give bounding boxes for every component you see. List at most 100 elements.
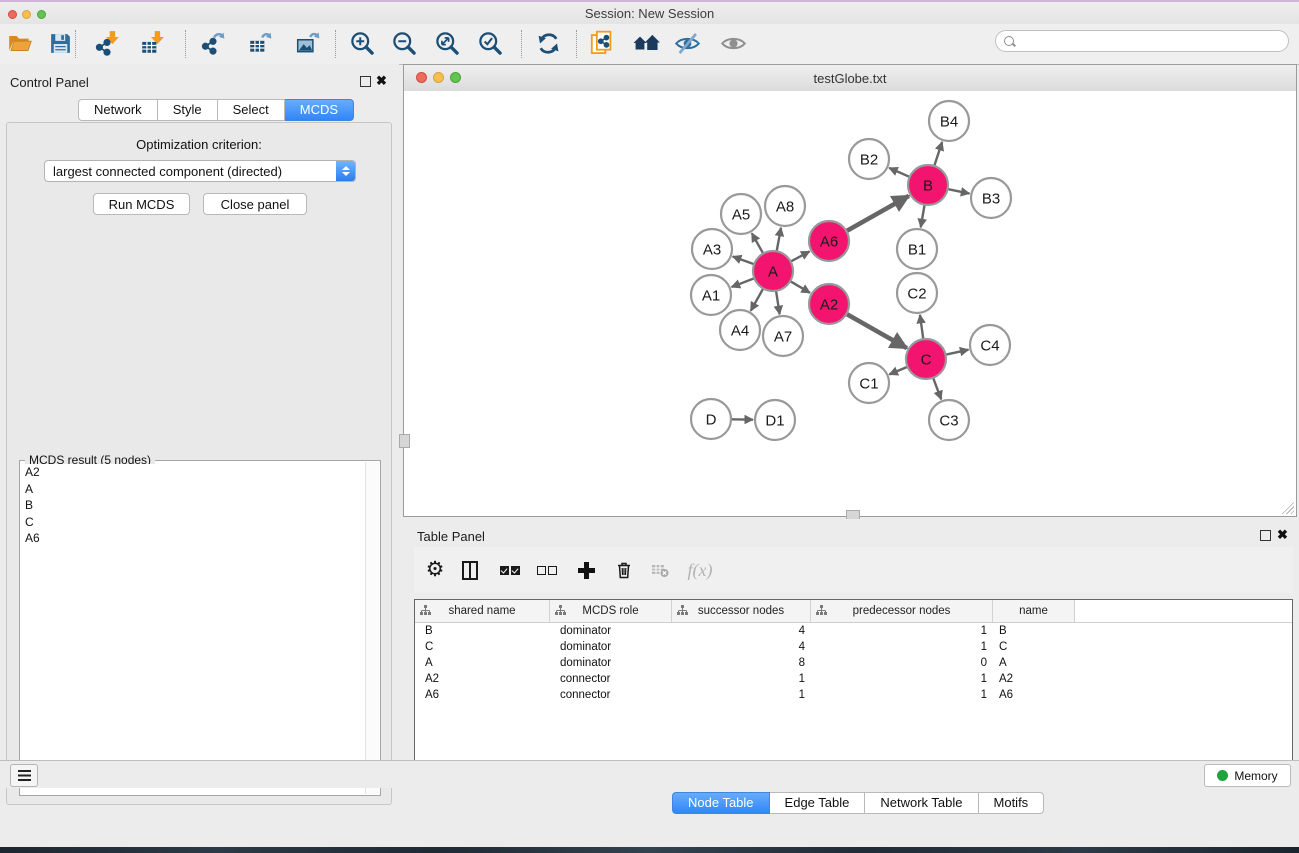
graph-edge-A-A3[interactable] — [733, 256, 754, 264]
graph-edge-A-A8[interactable] — [777, 228, 781, 252]
column-header-successor-nodes[interactable]: successor nodes — [672, 600, 811, 622]
table-cell-predecessor-nodes[interactable]: 1 — [811, 687, 993, 703]
export-network-icon[interactable] — [198, 28, 228, 58]
table-cell-predecessor-nodes[interactable]: 1 — [811, 639, 993, 655]
tab-network-table[interactable]: Network Table — [865, 792, 978, 814]
graph-edge-B-B3[interactable] — [948, 189, 970, 194]
tab-node-table[interactable]: Node Table — [672, 792, 770, 814]
graph-edge-C-C2[interactable] — [920, 315, 923, 339]
optimization-criterion-dropdown[interactable]: largest connected component (directed) — [44, 160, 356, 182]
refresh-icon[interactable] — [533, 28, 563, 58]
hide-panels-icon[interactable] — [672, 28, 702, 58]
graph-edge-A2-C[interactable] — [846, 314, 906, 348]
select-all-columns-icon[interactable] — [496, 556, 524, 584]
mcds-result-item[interactable]: A — [21, 481, 365, 498]
table-row[interactable]: Adominator80A — [415, 655, 1292, 671]
network-canvas[interactable]: B4B2BB3A5A8A6B1A3AA1C2A2A4A7CC4C1C3DD1 — [404, 91, 1296, 516]
float-panel-icon[interactable] — [360, 76, 371, 87]
mcds-result-item[interactable]: C — [21, 514, 365, 531]
tab-network[interactable]: Network — [78, 99, 158, 121]
table-cell-successor-nodes[interactable]: 4 — [672, 623, 811, 639]
graph-edge-A-A4[interactable] — [751, 288, 763, 310]
table-cell-predecessor-nodes[interactable]: 1 — [811, 623, 993, 639]
graph-edge-A6-B[interactable] — [846, 196, 908, 231]
save-session-icon[interactable] — [45, 28, 75, 58]
export-table-icon[interactable] — [245, 28, 275, 58]
table-cell-shared-name[interactable]: B — [415, 623, 550, 639]
graph-edge-B-B1[interactable] — [921, 205, 925, 228]
table-cell-name[interactable]: A — [993, 655, 1075, 671]
float-table-panel-icon[interactable] — [1260, 530, 1271, 541]
table-row[interactable]: A2connector11A2 — [415, 671, 1292, 687]
column-header-predecessor-nodes[interactable]: predecessor nodes — [811, 600, 993, 622]
delete-table-icon[interactable] — [646, 556, 674, 584]
search-field[interactable] — [995, 30, 1289, 52]
table-row[interactable]: A6connector11A6 — [415, 687, 1292, 703]
tab-style[interactable]: Style — [158, 99, 218, 121]
close-table-panel-icon[interactable]: ✖ — [1277, 529, 1288, 541]
zoom-in-icon[interactable] — [347, 28, 377, 58]
mcds-result-scrollbar[interactable] — [365, 462, 379, 794]
table-cell-mcds-role[interactable]: dominator — [550, 655, 672, 671]
zoom-out-icon[interactable] — [389, 28, 419, 58]
table-cell-shared-name[interactable]: A — [415, 655, 550, 671]
table-cell-mcds-role[interactable]: dominator — [550, 639, 672, 655]
close-panel-button[interactable]: Close panel — [203, 193, 307, 215]
table-cell-name[interactable]: C — [993, 639, 1075, 655]
tab-select[interactable]: Select — [218, 99, 285, 121]
table-cell-mcds-role[interactable]: connector — [550, 671, 672, 687]
memory-button[interactable]: Memory — [1204, 764, 1291, 787]
run-mcds-button[interactable]: Run MCDS — [93, 193, 190, 215]
window-titlebar[interactable]: Session: New Session — [0, 2, 1299, 24]
graph-edge-A-A7[interactable] — [776, 291, 780, 314]
graph-edge-B-B4[interactable] — [934, 142, 942, 166]
tab-motifs[interactable]: Motifs — [979, 792, 1045, 814]
table-cell-name[interactable]: A2 — [993, 671, 1075, 687]
delete-column-trash-icon[interactable] — [610, 556, 638, 584]
table-cell-shared-name[interactable]: C — [415, 639, 550, 655]
open-session-icon[interactable] — [5, 28, 35, 58]
create-column-icon[interactable] — [572, 556, 600, 584]
tab-edge-table[interactable]: Edge Table — [770, 792, 866, 814]
table-cell-shared-name[interactable]: A2 — [415, 671, 550, 687]
graph-edge-B-B2[interactable] — [889, 168, 910, 177]
graph-edge-C-C4[interactable] — [946, 350, 969, 355]
column-header-name[interactable]: name — [993, 600, 1075, 622]
table-cell-mcds-role[interactable]: dominator — [550, 623, 672, 639]
table-cell-successor-nodes[interactable]: 1 — [672, 671, 811, 687]
import-network-icon[interactable] — [92, 28, 122, 58]
network-view-titlebar[interactable]: testGlobe.txt — [404, 65, 1296, 92]
splitpane-divider-handle-left[interactable] — [399, 434, 410, 448]
table-cell-successor-nodes[interactable]: 8 — [672, 655, 811, 671]
export-image-icon[interactable] — [293, 28, 323, 58]
graph-edge-A-A5[interactable] — [752, 233, 763, 253]
table-row[interactable]: Cdominator41C — [415, 639, 1292, 655]
column-header-shared-name[interactable]: shared name — [415, 600, 550, 622]
table-cell-shared-name[interactable]: A6 — [415, 687, 550, 703]
zoom-fit-icon[interactable] — [432, 28, 462, 58]
import-table-icon[interactable] — [137, 28, 167, 58]
function-builder-icon[interactable]: f(x) — [686, 556, 714, 584]
table-cell-name[interactable]: A6 — [993, 687, 1075, 703]
mcds-result-item[interactable]: A2 — [21, 464, 365, 481]
table-row[interactable]: Bdominator41B — [415, 623, 1292, 639]
table-cell-predecessor-nodes[interactable]: 1 — [811, 671, 993, 687]
mcds-result-item[interactable]: A6 — [21, 530, 365, 547]
tab-mcds[interactable]: MCDS — [285, 99, 354, 121]
close-panel-icon[interactable]: ✖ — [376, 75, 387, 87]
dropdown-stepper-icon[interactable] — [336, 161, 355, 181]
show-graphics-details-icon[interactable] — [718, 28, 748, 58]
new-network-from-file-icon[interactable] — [587, 28, 617, 58]
graph-edge-C-C1[interactable] — [889, 367, 907, 375]
graph-edge-C-C3[interactable] — [933, 378, 941, 400]
column-header-mcds-role[interactable]: MCDS role — [550, 600, 672, 622]
table-cell-mcds-role[interactable]: connector — [550, 687, 672, 703]
mcds-result-list[interactable]: A2ABCA6 — [21, 464, 365, 794]
table-cell-name[interactable]: B — [993, 623, 1075, 639]
graph-edge-A-A6[interactable] — [791, 251, 810, 261]
unselect-all-columns-icon[interactable] — [533, 556, 561, 584]
table-cell-successor-nodes[interactable]: 1 — [672, 687, 811, 703]
search-input[interactable] — [1019, 33, 1273, 49]
network-graph[interactable]: B4B2BB3A5A8A6B1A3AA1C2A2A4A7CC4C1C3DD1 — [404, 91, 1296, 516]
task-history-button[interactable] — [10, 764, 38, 787]
